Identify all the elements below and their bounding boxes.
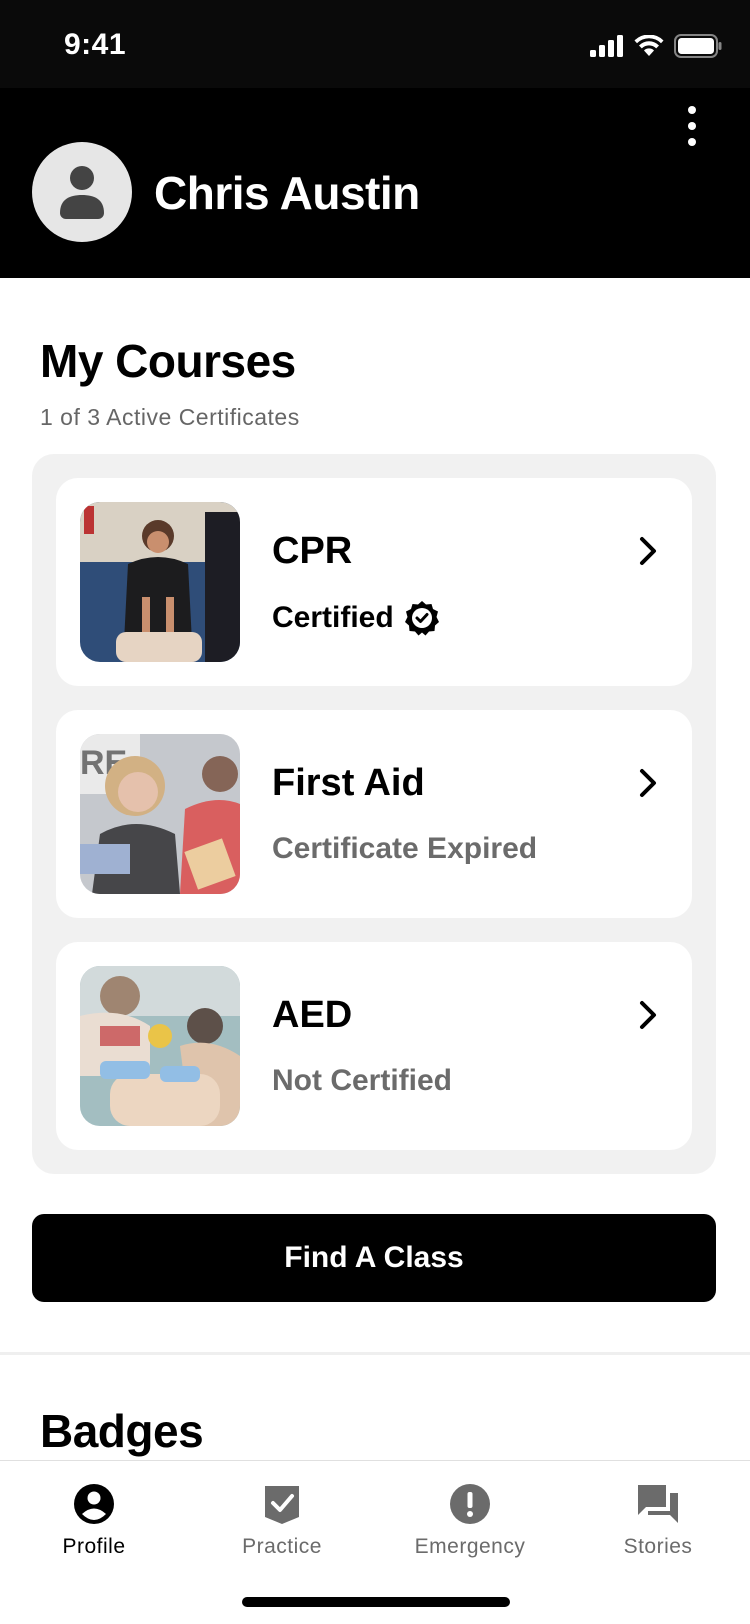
tab-label: Emergency (414, 1535, 526, 1558)
tab-emergency[interactable]: Emergency (376, 1483, 564, 1559)
course-card-aed[interactable]: AED Not Certified (56, 942, 692, 1150)
tab-practice[interactable]: Practice (188, 1483, 376, 1559)
wifi-icon (634, 35, 664, 56)
course-name: CPR (272, 530, 353, 572)
signal-icon (590, 35, 623, 57)
course-name: First Aid (272, 762, 425, 804)
course-card-first-aid[interactable]: RE First Aid Certificate Expired (56, 710, 692, 918)
course-status: Not Certified (272, 1064, 452, 1098)
practice-check-icon (265, 1486, 299, 1524)
bottom-tab-bar: Profile Practice Emergency Stories (0, 1460, 750, 1624)
badges-title: Badges (40, 1405, 204, 1457)
my-courses-title: My Courses (40, 335, 296, 387)
course-status-text: Certificate Expired (272, 832, 538, 865)
more-options-icon[interactable] (680, 104, 704, 148)
aed-course-image (80, 966, 240, 1126)
course-status: Certificate Expired (272, 832, 537, 866)
courses-panel: CPR Certified RE First Aid Certificate E… (32, 454, 716, 1174)
certified-badge-icon (404, 601, 439, 636)
section-divider (0, 1352, 750, 1355)
active-certificates-count: 1 of 3 Active Certificates (40, 404, 300, 430)
avatar[interactable] (32, 142, 132, 242)
profile-icon (74, 1484, 114, 1524)
profile-header: Chris Austin (0, 88, 750, 278)
tab-label: Profile (62, 1535, 126, 1558)
tab-label: Practice (242, 1535, 322, 1558)
tab-stories[interactable]: Stories (564, 1483, 750, 1559)
status-bar: 9:41 (0, 0, 750, 88)
status-time: 9:41 (64, 28, 127, 61)
first-aid-course-image: RE (80, 734, 240, 894)
emergency-icon (450, 1484, 490, 1524)
chevron-right-icon (640, 537, 656, 565)
status-icons (590, 34, 722, 58)
tab-profile[interactable]: Profile (0, 1483, 188, 1559)
battery-icon (674, 34, 722, 58)
tab-label: Stories (623, 1535, 693, 1558)
home-indicator (242, 1597, 510, 1607)
find-a-class-button[interactable]: Find A Class (32, 1214, 716, 1302)
course-status: Certified (272, 600, 440, 636)
user-name: Chris Austin (154, 167, 420, 219)
chevron-right-icon (640, 1001, 656, 1029)
course-status-text: Certified (272, 601, 394, 634)
stories-chat-icon (638, 1485, 678, 1523)
course-name: AED (272, 994, 353, 1036)
course-status-text: Not Certified (272, 1064, 452, 1097)
chevron-right-icon (640, 769, 656, 797)
course-card-cpr[interactable]: CPR Certified (56, 478, 692, 686)
avatar-person-icon (60, 166, 104, 219)
cpr-course-image (80, 502, 240, 662)
